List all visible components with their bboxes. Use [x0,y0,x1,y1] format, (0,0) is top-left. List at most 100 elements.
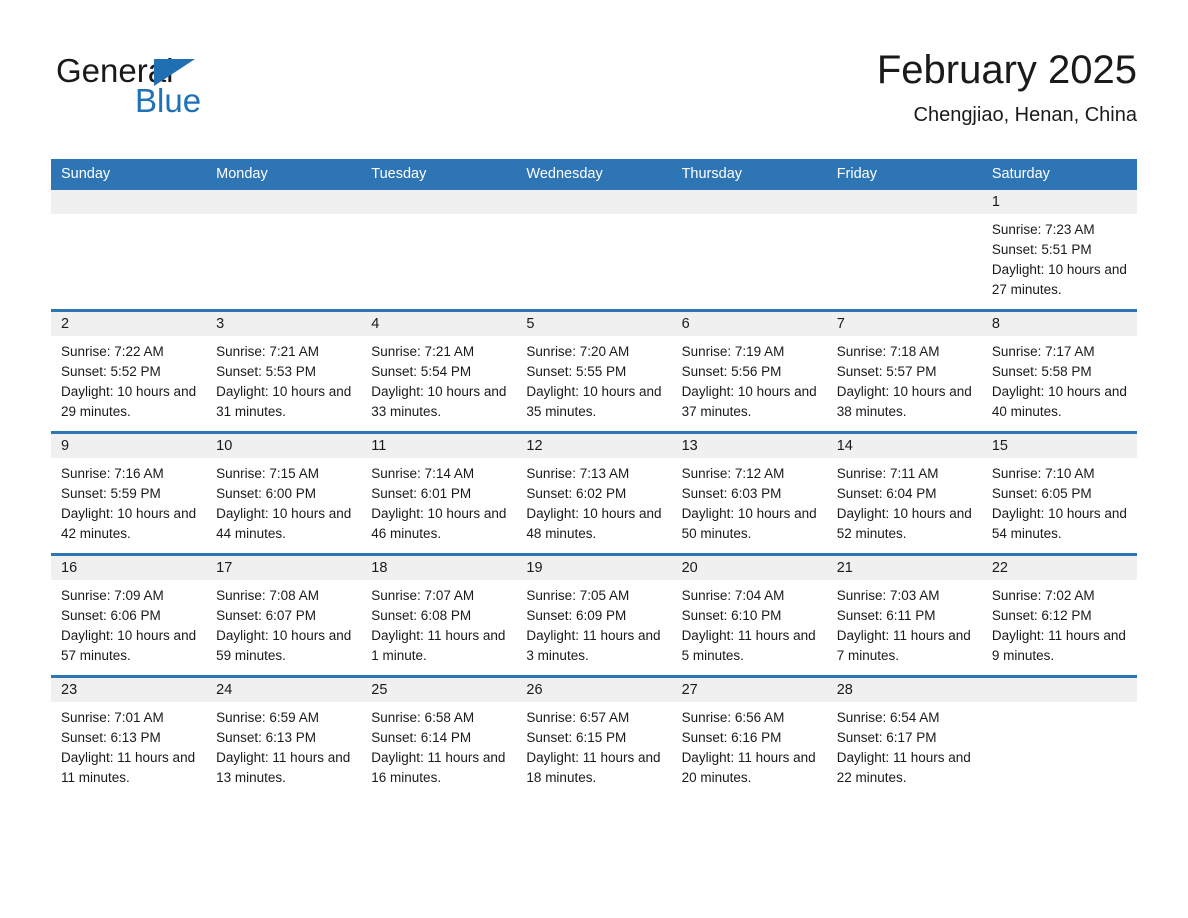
daylight-text: Daylight: 11 hours and 3 minutes. [526,628,661,663]
day-number: 4 [371,316,380,332]
sunrise-text: Sunrise: 7:08 AM [216,588,319,603]
calendar-day-cell[interactable]: 15 Sunrise: 7:10 AM Sunset: 6:05 PM Dayligh… [981,431,1137,555]
day-details: Sunrise: 7:21 AM Sunset: 5:53 PM Daylight:… [206,336,361,422]
calendar-day-cell[interactable]: 10 Sunrise: 7:15 AM Sunset: 6:00 PM Dayligh… [206,431,362,555]
calendar-day-cell[interactable]: 1 Sunrise: 7:23 AM Sunset: 5:51 PM Daylight… [981,190,1137,311]
day-number: 11 [371,438,387,454]
day-details: Sunrise: 7:20 AM Sunset: 5:55 PM Daylight:… [516,336,671,422]
day-number-band: 6 [671,312,827,336]
location-subtitle: Chengjiao, Henan, China [913,104,1138,126]
day-details: Sunrise: 7:10 AM Sunset: 6:05 PM Daylight:… [982,458,1137,544]
sunrise-text: Sunrise: 7:02 AM [991,588,1095,603]
sunrise-text: Sunrise: 7:12 AM [681,466,785,481]
day-number: 19 [526,560,543,576]
weekday-header-monday: Monday [206,159,362,190]
day-number: 10 [216,438,233,454]
calendar-day-cell[interactable]: 13 Sunrise: 7:12 AM Sunset: 6:03 PM Dayligh… [671,431,827,555]
sunset-text: Sunset: 5:59 PM [61,486,161,501]
day-number-band: 25 [361,678,517,702]
calendar-day-cell[interactable]: 19 Sunrise: 7:05 AM Sunset: 6:09 PM Dayligh… [516,553,672,677]
day-number: 1 [991,194,1000,210]
calendar-day-cell[interactable]: 23 Sunrise: 7:01 AM Sunset: 6:13 PM Dayligh… [51,675,207,797]
daylight-text: Daylight: 10 hours and 38 minutes. [836,384,972,419]
calendar-day-cell[interactable]: 25 Sunrise: 6:58 AM Sunset: 6:14 PM Dayligh… [361,675,517,797]
calendar-day-cell[interactable]: 14 Sunrise: 7:11 AM Sunset: 6:04 PM Dayligh… [826,431,982,555]
sunset-text: Sunset: 5:55 PM [526,364,627,379]
sunrise-text: Sunrise: 6:57 AM [526,710,630,725]
day-details: Sunrise: 7:15 AM Sunset: 6:00 PM Daylight:… [206,458,361,544]
day-details: Sunrise: 7:23 AM Sunset: 5:51 PM Daylight:… [982,214,1137,300]
daylight-text: Daylight: 10 hours and 48 minutes. [526,506,662,541]
day-number-band: 1 [981,190,1137,214]
day-number-band: 8 [981,312,1137,336]
calendar-day-cell[interactable]: 8 Sunrise: 7:17 AM Sunset: 5:58 PM Daylight… [981,309,1137,433]
sunrise-text: Sunrise: 7:10 AM [991,466,1095,481]
calendar-day-cell[interactable]: 4 Sunrise: 7:21 AM Sunset: 5:54 PM Daylight… [361,309,517,433]
calendar-day-cell[interactable]: 18 Sunrise: 7:07 AM Sunset: 6:08 PM Dayligh… [361,553,517,677]
daylight-text: Daylight: 11 hours and 9 minutes. [991,628,1126,663]
sunset-text: Sunset: 6:04 PM [836,486,937,501]
calendar-day-cell[interactable]: 20 Sunrise: 7:04 AM Sunset: 6:10 PM Dayligh… [671,553,827,677]
day-number: 2 [61,316,70,332]
calendar-day-cell[interactable]: 28 Sunrise: 6:54 AM Sunset: 6:17 PM Dayligh… [826,675,982,797]
logo-text-blue: Blue [135,82,202,119]
sunset-text: Sunset: 6:08 PM [371,608,472,623]
day-number: 3 [216,316,225,332]
daylight-text: Daylight: 10 hours and 57 minutes. [61,628,197,663]
sunset-text: Sunset: 6:11 PM [836,608,936,623]
calendar-day-cell[interactable]: 27 Sunrise: 6:56 AM Sunset: 6:16 PM Dayligh… [671,675,827,797]
calendar-day-cell[interactable]: 5 Sunrise: 7:20 AM Sunset: 5:55 PM Daylight… [516,309,672,433]
weekday-header-saturday: Saturday [981,159,1137,190]
day-number-band: 28 [826,678,982,702]
daylight-text: Daylight: 11 hours and 22 minutes. [836,750,971,785]
sunset-text: Sunset: 6:07 PM [216,608,316,623]
day-details: Sunrise: 6:57 AM Sunset: 6:15 PM Daylight:… [516,702,671,788]
sunrise-text: Sunrise: 7:21 AM [371,344,475,359]
daylight-text: Daylight: 10 hours and 59 minutes. [216,628,352,663]
calendar-day-cell[interactable]: 7 Sunrise: 7:18 AM Sunset: 5:57 PM Daylight… [826,309,982,433]
sunset-text: Sunset: 6:17 PM [836,730,937,745]
day-number-band: 12 [516,434,672,458]
sunrise-text: Sunrise: 6:59 AM [216,710,319,725]
day-number-band [361,190,517,214]
day-details: Sunrise: 7:21 AM Sunset: 5:54 PM Daylight:… [361,336,516,422]
sunset-text: Sunset: 6:13 PM [61,730,161,745]
calendar-day-cell[interactable]: 11 Sunrise: 7:14 AM Sunset: 6:01 PM Dayligh… [361,431,517,555]
calendar-day-cell[interactable]: 3 Sunrise: 7:21 AM Sunset: 5:53 PM Daylight… [206,309,362,433]
sunrise-text: Sunrise: 7:05 AM [526,588,630,603]
sunrise-text: Sunrise: 7:16 AM [61,466,164,481]
calendar-day-cell[interactable]: 2 Sunrise: 7:22 AM Sunset: 5:52 PM Daylight… [51,309,207,433]
calendar-day-cell[interactable]: 9 Sunrise: 7:16 AM Sunset: 5:59 PM Daylight… [51,431,207,555]
day-number-band: 23 [51,678,207,702]
calendar-day-cell[interactable]: 21 Sunrise: 7:03 AM Sunset: 6:11 PM Dayligh… [826,553,982,677]
calendar-week-row: 16 Sunrise: 7:09 AM Sunset: 6:06 PM Dayligh… [51,553,1137,677]
day-number-band: 2 [51,312,207,336]
calendar-cell-empty [361,190,517,311]
day-details: Sunrise: 7:19 AM Sunset: 5:56 PM Daylight:… [672,336,827,422]
calendar-day-cell[interactable]: 6 Sunrise: 7:19 AM Sunset: 5:56 PM Daylight… [671,309,827,433]
day-number: 26 [526,682,543,698]
calendar-day-cell[interactable]: 26 Sunrise: 6:57 AM Sunset: 6:15 PM Dayligh… [516,675,672,797]
calendar-day-cell[interactable]: 12 Sunrise: 7:13 AM Sunset: 6:02 PM Dayligh… [516,431,672,555]
calendar-day-cell[interactable]: 22 Sunrise: 7:02 AM Sunset: 6:12 PM Dayligh… [981,553,1137,677]
sunset-text: Sunset: 6:00 PM [216,486,316,501]
day-number: 14 [836,438,853,454]
calendar-day-cell[interactable]: 24 Sunrise: 6:59 AM Sunset: 6:13 PM Dayligh… [206,675,362,797]
day-details: Sunrise: 7:03 AM Sunset: 6:11 PM Daylight:… [827,580,982,666]
calendar-day-cell[interactable]: 16 Sunrise: 7:09 AM Sunset: 6:06 PM Dayligh… [51,553,207,677]
calendar-cell-empty [981,675,1137,797]
daylight-text: Daylight: 11 hours and 1 minute. [371,628,506,663]
day-number-band: 16 [51,556,207,580]
sunrise-text: Sunrise: 7:19 AM [681,344,785,359]
sunrise-text: Sunrise: 7:15 AM [216,466,319,481]
day-number-band: 11 [361,434,517,458]
day-number-band [826,190,982,214]
sunrise-text: Sunrise: 7:01 AM [61,710,164,725]
day-number: 27 [681,682,698,698]
sunrise-text: Sunrise: 7:17 AM [991,344,1095,359]
calendar-day-cell[interactable]: 17 Sunrise: 7:08 AM Sunset: 6:07 PM Dayligh… [206,553,362,677]
sunset-text: Sunset: 6:12 PM [991,608,1092,623]
day-number: 16 [61,560,78,576]
day-details: Sunrise: 7:11 AM Sunset: 6:04 PM Daylight:… [827,458,982,544]
title-block: February 2025 Chengjiao, Henan, China [877,44,1137,128]
